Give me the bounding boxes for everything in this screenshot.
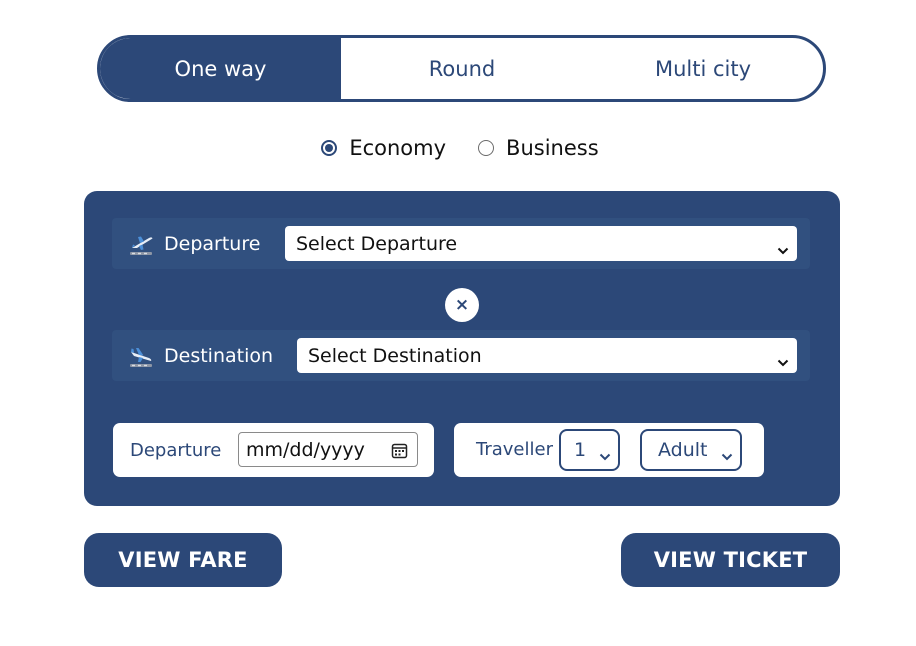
view-ticket-button[interactable]: VIEW TICKET xyxy=(621,533,840,587)
traveller-type-select[interactable]: Adult xyxy=(640,429,742,471)
traveller-label: Traveller xyxy=(476,439,553,460)
tab-multi-city[interactable]: Multi city xyxy=(583,38,823,99)
search-panel: Departure Select Departure × Destination xyxy=(84,191,840,506)
destination-select[interactable]: Select Destination xyxy=(297,338,797,373)
swap-close-icon: × xyxy=(454,295,470,315)
traveller-count-value: 1 xyxy=(574,439,587,461)
economy-radio[interactable] xyxy=(321,140,338,156)
departure-row: Departure Select Departure xyxy=(112,218,810,269)
departure-select-value: Select Departure xyxy=(296,232,458,255)
departure-date-label: Departure xyxy=(130,439,222,461)
plane-departure-icon xyxy=(128,231,154,257)
calendar-icon[interactable] xyxy=(391,442,408,464)
travel-class-group: Economy Business xyxy=(0,133,916,163)
departure-date-card: Departure mm/dd/yyyy xyxy=(113,423,434,477)
chevron-down-icon xyxy=(599,445,611,467)
destination-row: Destination Select Destination xyxy=(112,330,810,381)
economy-label: Economy xyxy=(349,136,447,160)
plane-arrival-icon xyxy=(128,343,154,369)
view-fare-button[interactable]: VIEW FARE xyxy=(84,533,282,587)
trip-type-toggle: One way Round Multi city xyxy=(97,35,826,102)
class-option-business[interactable]: Business xyxy=(478,136,599,160)
traveller-type-value: Adult xyxy=(658,439,708,461)
class-option-economy[interactable]: Economy xyxy=(321,136,446,160)
tab-round[interactable]: Round xyxy=(341,38,583,99)
business-label: Business xyxy=(506,136,599,160)
traveller-card: Traveller 1 Adult xyxy=(454,423,764,477)
traveller-count-select[interactable]: 1 xyxy=(559,429,620,471)
chevron-down-icon xyxy=(777,239,789,261)
departure-label: Departure xyxy=(164,232,261,255)
business-radio[interactable] xyxy=(478,140,495,156)
destination-label: Destination xyxy=(164,344,274,367)
chevron-down-icon xyxy=(721,445,733,467)
date-placeholder: mm/dd/yyyy xyxy=(246,438,365,461)
swap-locations-button[interactable]: × xyxy=(445,288,479,322)
tab-one-way[interactable]: One way xyxy=(100,38,341,99)
departure-date-input[interactable]: mm/dd/yyyy xyxy=(238,432,418,467)
chevron-down-icon xyxy=(777,351,789,373)
departure-select[interactable]: Select Departure xyxy=(285,226,797,261)
destination-select-value: Select Destination xyxy=(308,344,482,367)
